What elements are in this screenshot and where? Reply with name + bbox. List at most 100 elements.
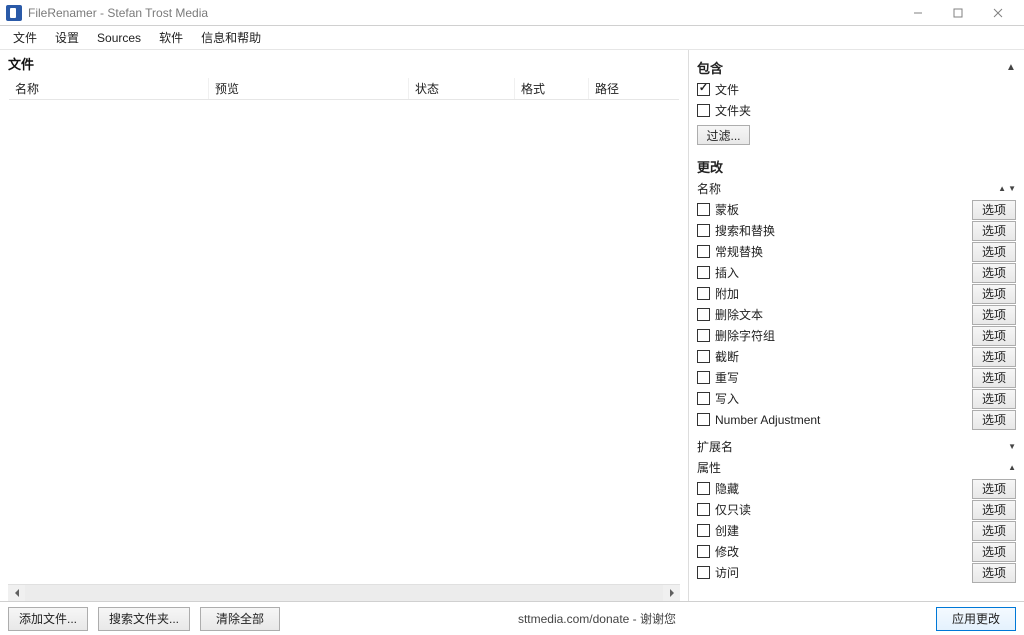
name-item-checkbox[interactable] xyxy=(697,371,710,384)
name-item-options-button[interactable]: 选项 xyxy=(972,200,1016,220)
scroll-track[interactable] xyxy=(25,585,663,601)
attr-item-label: 修改 xyxy=(715,543,968,560)
name-items-list: 蒙板选项搜索和替换选项常规替换选项插入选项附加选项删除文本选项删除字符组选项截断… xyxy=(697,199,1016,430)
ext-subheader-label: 扩展名 xyxy=(697,438,733,455)
name-item-options-button[interactable]: 选项 xyxy=(972,347,1016,367)
attr-items-list: 隐藏选项仅只读选项创建选项修改选项访问选项 xyxy=(697,478,1016,583)
include-folders-row: 文件夹 xyxy=(697,100,1016,121)
name-item-checkbox[interactable] xyxy=(697,266,710,279)
name-item-checkbox[interactable] xyxy=(697,329,710,342)
options-panel: 包含 ▲ 文件 文件夹 过滤... 更改 名称 ▲ ▼ 蒙板选项搜索和替换选项常… xyxy=(689,50,1024,601)
name-item-options-button[interactable]: 选项 xyxy=(972,263,1016,283)
apply-changes-button[interactable]: 应用更改 xyxy=(936,607,1016,631)
name-subheader[interactable]: 名称 ▲ ▼ xyxy=(697,178,1016,199)
name-item-options-button[interactable]: 选项 xyxy=(972,326,1016,346)
maximize-button[interactable] xyxy=(938,0,978,26)
include-collapse-icon: ▲ xyxy=(1006,62,1016,73)
window-title: FileRenamer - Stefan Trost Media xyxy=(28,6,208,20)
name-item-checkbox[interactable] xyxy=(697,287,710,300)
col-path[interactable]: 路径 xyxy=(589,78,679,99)
change-header-label: 更改 xyxy=(697,157,723,176)
minimize-button[interactable] xyxy=(898,0,938,26)
close-button[interactable] xyxy=(978,0,1018,26)
filter-button[interactable]: 过滤... xyxy=(697,125,750,145)
bottom-bar: 添加文件... 搜索文件夹... 清除全部 sttmedia.com/donat… xyxy=(0,601,1024,635)
files-table-header: 名称 预览 状态 格式 路径 xyxy=(9,78,679,100)
files-panel: 文件 名称 预览 状态 格式 路径 xyxy=(0,50,689,601)
attr-item-checkbox[interactable] xyxy=(697,503,710,516)
name-item-label: 重写 xyxy=(715,369,968,386)
attr-item-options-button[interactable]: 选项 xyxy=(972,563,1016,583)
name-item-row: 常规替换选项 xyxy=(697,241,1016,262)
include-files-label: 文件 xyxy=(715,81,1016,98)
include-folders-checkbox[interactable] xyxy=(697,104,710,117)
col-name[interactable]: 名称 xyxy=(9,78,209,99)
include-files-checkbox[interactable] xyxy=(697,83,710,96)
attr-item-checkbox[interactable] xyxy=(697,566,710,579)
main: 文件 名称 预览 状态 格式 路径 包含 ▲ 文件 xyxy=(0,50,1024,601)
name-item-checkbox[interactable] xyxy=(697,245,710,258)
attr-item-options-button[interactable]: 选项 xyxy=(972,542,1016,562)
name-item-row: 插入选项 xyxy=(697,262,1016,283)
attr-item-options-button[interactable]: 选项 xyxy=(972,500,1016,520)
name-item-label: 蒙板 xyxy=(715,201,968,218)
name-item-options-button[interactable]: 选项 xyxy=(972,368,1016,388)
name-item-options-button[interactable]: 选项 xyxy=(972,221,1016,241)
name-item-options-button[interactable]: 选项 xyxy=(972,305,1016,325)
attr-item-options-button[interactable]: 选项 xyxy=(972,521,1016,541)
name-item-checkbox[interactable] xyxy=(697,224,710,237)
scroll-right-arrow[interactable] xyxy=(663,585,680,602)
attr-item-label: 访问 xyxy=(715,564,968,581)
name-item-options-button[interactable]: 选项 xyxy=(972,389,1016,409)
name-item-row: 截断选项 xyxy=(697,346,1016,367)
name-item-row: 搜索和替换选项 xyxy=(697,220,1016,241)
ext-subheader[interactable]: 扩展名 ▼ xyxy=(697,436,1016,457)
menu-sources[interactable]: Sources xyxy=(88,29,150,47)
name-item-checkbox[interactable] xyxy=(697,203,710,216)
include-files-row: 文件 xyxy=(697,79,1016,100)
attr-subheader[interactable]: 属性 ▲ xyxy=(697,457,1016,478)
horizontal-scrollbar[interactable] xyxy=(8,584,680,601)
menu-settings[interactable]: 设置 xyxy=(46,27,88,48)
change-header[interactable]: 更改 xyxy=(697,153,1016,178)
search-folders-button[interactable]: 搜索文件夹... xyxy=(98,607,190,631)
attr-item-label: 仅只读 xyxy=(715,501,968,518)
ext-down-icon: ▼ xyxy=(1008,442,1016,451)
name-item-label: 常规替换 xyxy=(715,243,968,260)
name-item-row: 蒙板选项 xyxy=(697,199,1016,220)
menu-software[interactable]: 软件 xyxy=(150,27,192,48)
name-item-options-button[interactable]: 选项 xyxy=(972,410,1016,430)
name-item-checkbox[interactable] xyxy=(697,413,710,426)
clear-all-button[interactable]: 清除全部 xyxy=(200,607,280,631)
menu-help[interactable]: 信息和帮助 xyxy=(192,27,270,48)
col-preview[interactable]: 预览 xyxy=(209,78,409,99)
name-item-row: 附加选项 xyxy=(697,283,1016,304)
attr-item-checkbox[interactable] xyxy=(697,524,710,537)
name-up-icon: ▲ xyxy=(998,184,1006,193)
name-subheader-label: 名称 xyxy=(697,180,721,197)
col-status[interactable]: 状态 xyxy=(409,78,515,99)
files-panel-title: 文件 xyxy=(0,50,688,75)
name-item-label: 删除文本 xyxy=(715,306,968,323)
attr-item-checkbox[interactable] xyxy=(697,545,710,558)
attr-item-options-button[interactable]: 选项 xyxy=(972,479,1016,499)
attr-item-label: 隐藏 xyxy=(715,480,968,497)
col-format[interactable]: 格式 xyxy=(515,78,589,99)
name-item-checkbox[interactable] xyxy=(697,350,710,363)
name-item-checkbox[interactable] xyxy=(697,308,710,321)
add-files-button[interactable]: 添加文件... xyxy=(8,607,88,631)
include-header[interactable]: 包含 ▲ xyxy=(697,54,1016,79)
name-item-label: 搜索和替换 xyxy=(715,222,968,239)
name-item-options-button[interactable]: 选项 xyxy=(972,284,1016,304)
attr-item-checkbox[interactable] xyxy=(697,482,710,495)
name-item-checkbox[interactable] xyxy=(697,392,710,405)
name-item-row: 删除文本选项 xyxy=(697,304,1016,325)
attr-subheader-label: 属性 xyxy=(697,459,721,476)
name-item-options-button[interactable]: 选项 xyxy=(972,242,1016,262)
name-item-label: 写入 xyxy=(715,390,968,407)
scroll-left-arrow[interactable] xyxy=(8,585,25,602)
files-table-body[interactable] xyxy=(9,100,679,581)
menubar: 文件 设置 Sources 软件 信息和帮助 xyxy=(0,26,1024,50)
attr-item-row: 隐藏选项 xyxy=(697,478,1016,499)
menu-file[interactable]: 文件 xyxy=(4,27,46,48)
